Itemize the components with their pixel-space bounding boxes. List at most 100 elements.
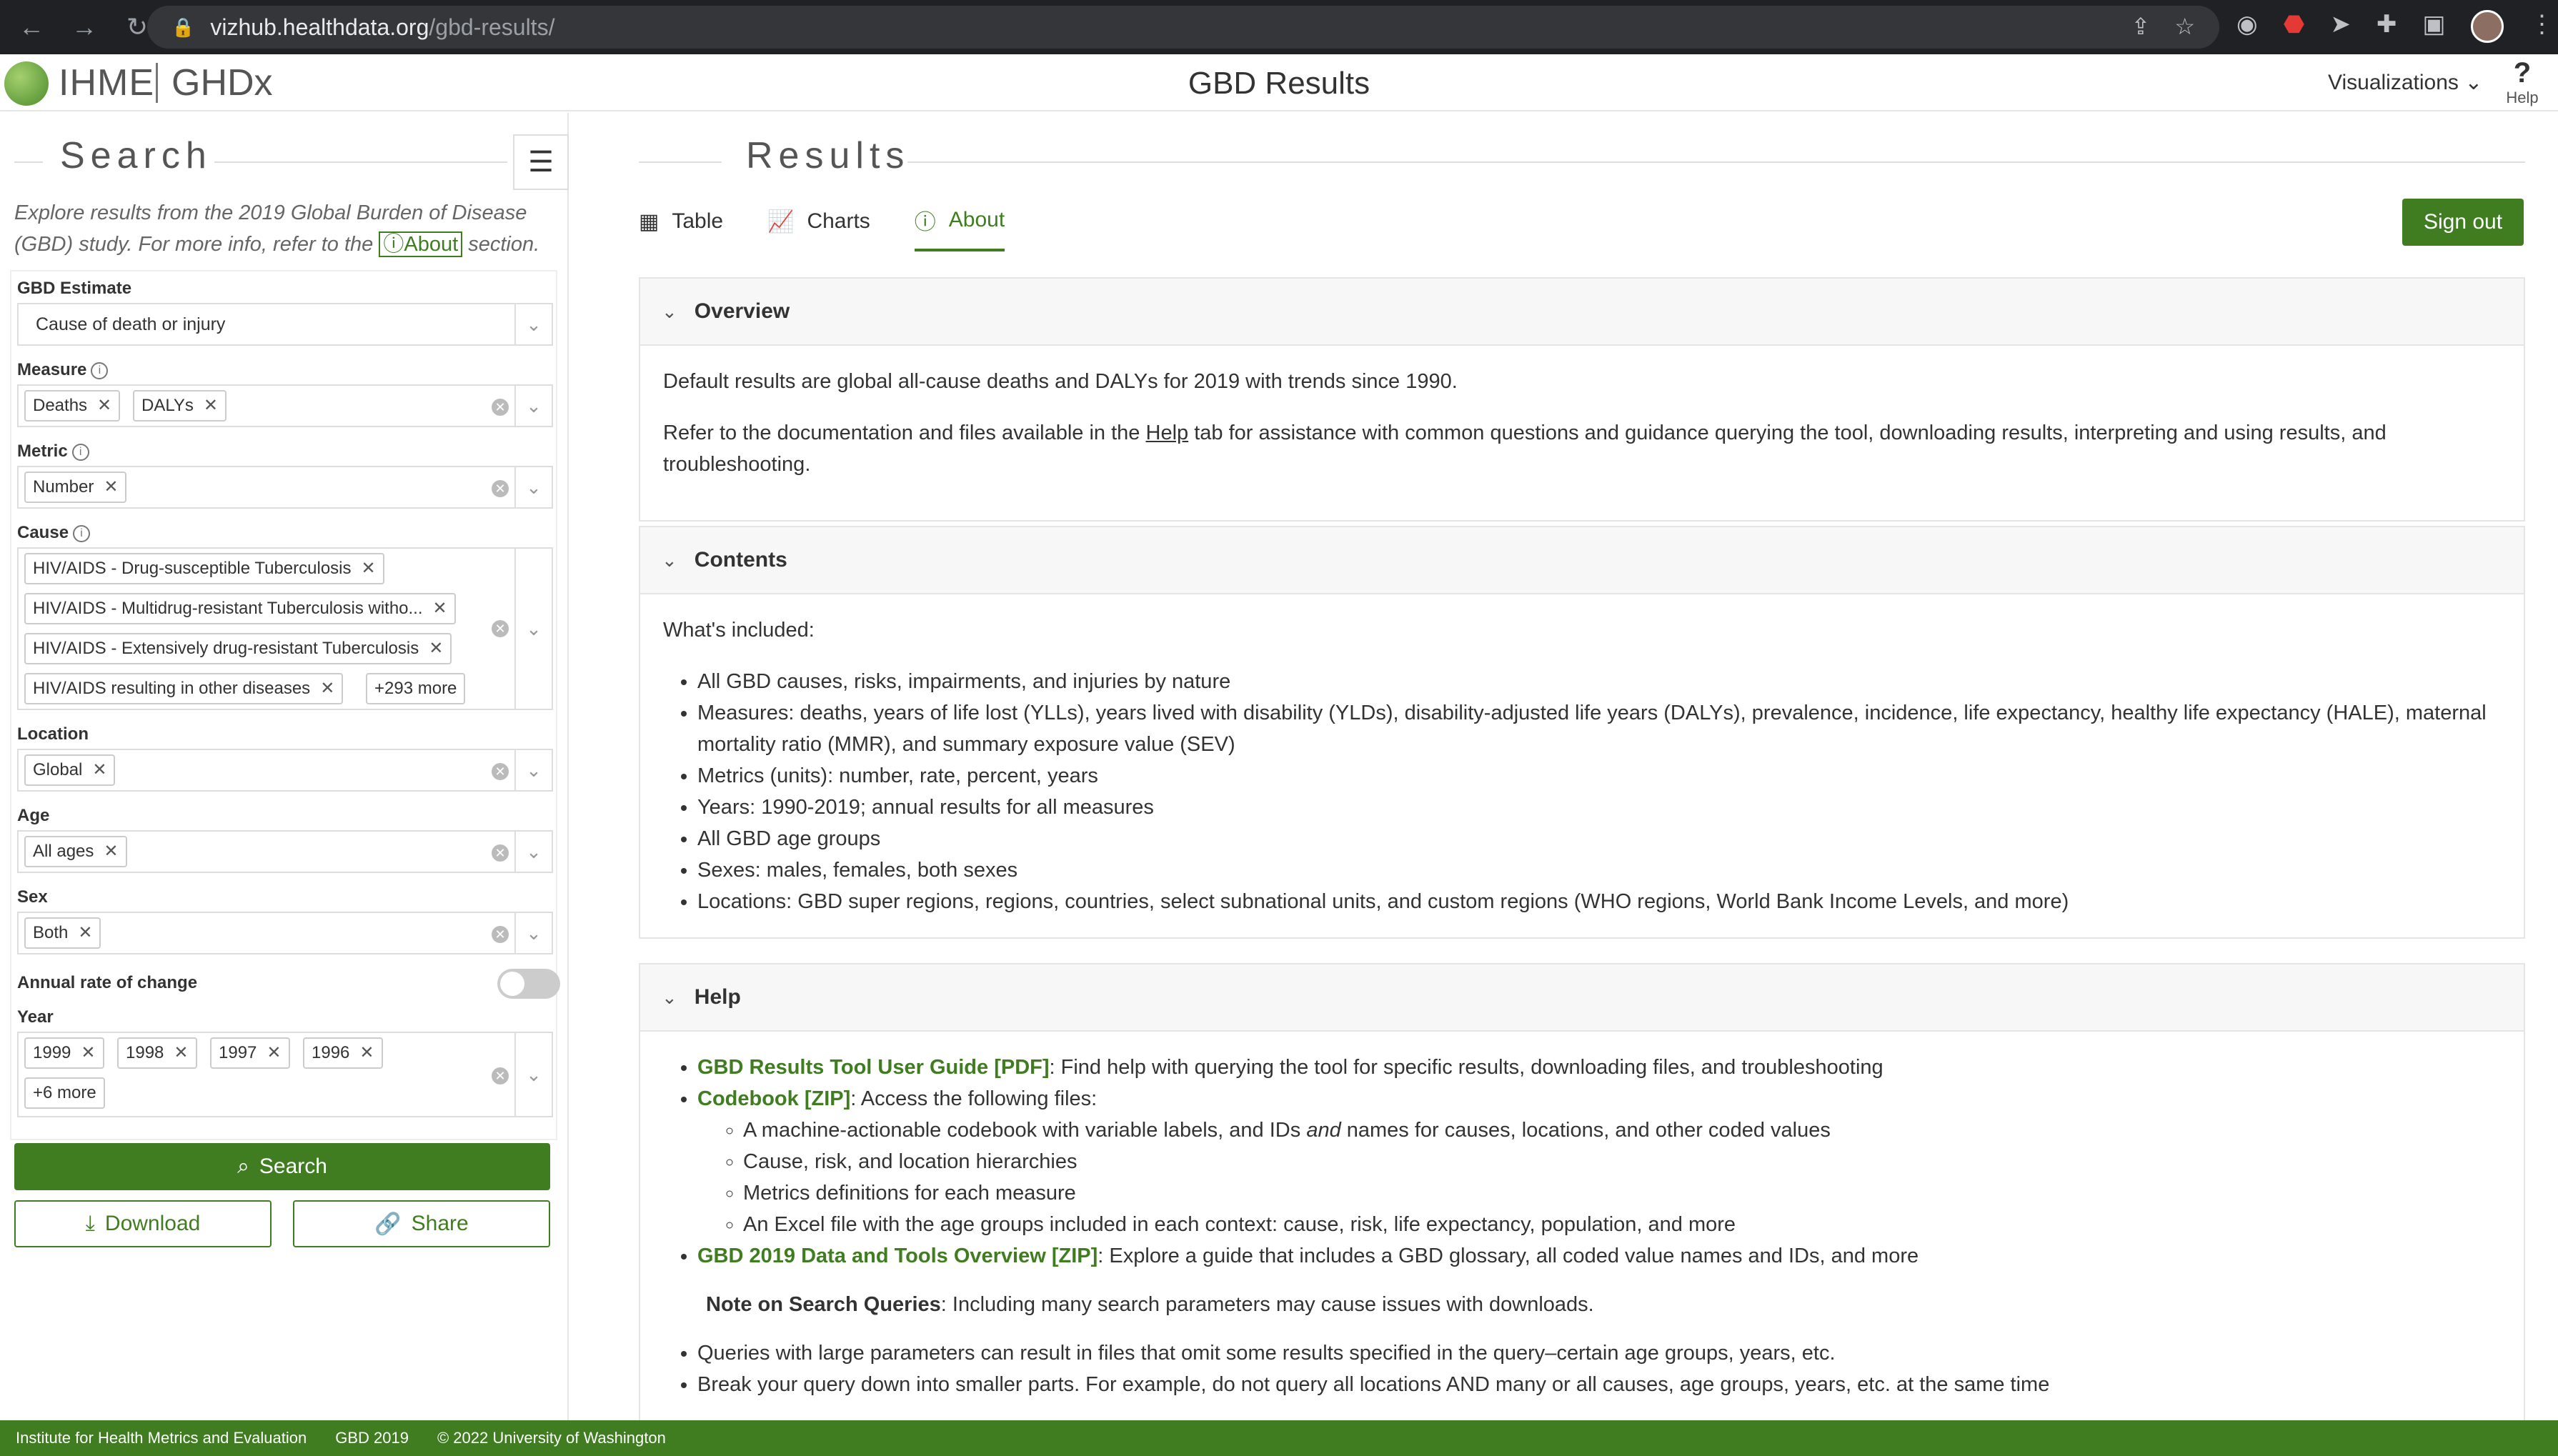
measure-label: Measure i xyxy=(17,360,109,380)
annual-rate-toggle[interactable] xyxy=(497,969,560,999)
cause-select[interactable]: HIV/AIDS - Drug-susceptible Tuberculosis… xyxy=(17,547,553,710)
note-list: Queries with large parameters can result… xyxy=(697,1337,2501,1400)
logo-ghdx[interactable]: GHDx xyxy=(171,61,273,104)
remove-chip-icon[interactable]: ✕ xyxy=(174,1043,188,1062)
chevron-down-icon[interactable]: ⌄ xyxy=(514,913,552,953)
sign-out-button[interactable]: Sign out xyxy=(2402,199,2524,246)
remove-chip-icon[interactable]: ✕ xyxy=(429,639,443,658)
hamburger-menu-icon[interactable]: ☰ xyxy=(513,134,569,190)
sex-select[interactable]: Both ✕ ✕ ⌄ xyxy=(17,912,553,954)
measure-select[interactable]: Deaths ✕ DALYs ✕ ✕ ⌄ xyxy=(17,384,553,427)
share-page-icon[interactable]: ⇪ xyxy=(2131,13,2151,40)
browser-menu-icon[interactable]: ⋮ xyxy=(2529,10,2554,43)
adblock-extension-icon[interactable]: ⬣ xyxy=(2284,10,2305,43)
chip-sex-both: Both ✕ xyxy=(24,917,101,949)
tab-table[interactable]: ▦ Table xyxy=(639,204,723,251)
contents-header[interactable]: ⌄ Contents xyxy=(640,527,2524,594)
text: : Including many search parameters may c… xyxy=(940,1293,1594,1316)
tab-charts[interactable]: 📈 Charts xyxy=(767,204,870,251)
footer-copyright: © 2022 University of Washington xyxy=(437,1429,666,1447)
extension-icon[interactable]: ◉ xyxy=(2236,10,2258,43)
tab-about[interactable]: ⓘ About xyxy=(914,204,1005,251)
remove-chip-icon[interactable]: ✕ xyxy=(104,477,118,497)
text: Refer to the documentation and files ava… xyxy=(663,422,1140,444)
chip-label: 1997 xyxy=(219,1043,257,1062)
clear-icon[interactable]: ✕ xyxy=(492,926,509,943)
clear-icon[interactable]: ✕ xyxy=(492,480,509,497)
age-select[interactable]: All ages ✕ ✕ ⌄ xyxy=(17,830,553,873)
user-guide-link[interactable]: GBD Results Tool User Guide [PDF] xyxy=(697,1056,1050,1079)
gbd-estimate-select[interactable]: Cause of death or injury ⌄ xyxy=(17,303,553,346)
info-icon[interactable]: i xyxy=(91,362,109,379)
chevron-down-icon[interactable]: ⌄ xyxy=(514,1033,552,1116)
location-select[interactable]: Global ✕ ✕ ⌄ xyxy=(17,749,553,792)
remove-chip-icon[interactable]: ✕ xyxy=(362,559,376,578)
remove-chip-icon[interactable]: ✕ xyxy=(104,842,118,861)
share-button[interactable]: 🔗 Share xyxy=(293,1200,550,1247)
chip-cause: HIV/AIDS - Drug-susceptible Tuberculosis… xyxy=(24,553,384,584)
remove-chip-icon[interactable]: ✕ xyxy=(433,599,447,618)
footer-org[interactable]: Institute for Health Metrics and Evaluat… xyxy=(16,1429,307,1447)
download-button[interactable]: ⤓ Download xyxy=(14,1200,272,1247)
year-select[interactable]: 1999 ✕ 1998 ✕ 1997 ✕ 1996 ✕ +6 more ✕ ⌄ xyxy=(17,1032,553,1117)
back-icon[interactable]: ← xyxy=(16,12,47,42)
remove-chip-icon[interactable]: ✕ xyxy=(359,1043,374,1062)
chevron-down-icon[interactable]: ⌄ xyxy=(514,386,552,426)
forward-icon[interactable]: → xyxy=(69,12,100,42)
gbd-estimate-label: GBD Estimate xyxy=(17,279,132,298)
clear-icon[interactable]: ✕ xyxy=(492,763,509,780)
remove-chip-icon[interactable]: ✕ xyxy=(78,923,92,942)
url-text: vizhub.healthdata.org/gbd-results/ xyxy=(210,14,555,40)
chevron-down-icon[interactable]: ⌄ xyxy=(514,549,552,709)
help-list: GBD Results Tool User Guide [PDF]: Find … xyxy=(697,1052,2501,1272)
text: : Find help with querying the tool for s… xyxy=(1049,1056,1883,1079)
puzzle-extensions-icon[interactable]: ✚ xyxy=(2377,10,2397,43)
overview-header[interactable]: ⌄ Overview xyxy=(640,279,2524,346)
chevron-down-icon[interactable]: ⌄ xyxy=(514,304,552,344)
cursor-extension-icon[interactable]: ➤ xyxy=(2330,10,2351,43)
info-icon[interactable]: i xyxy=(73,525,91,542)
note-label: Note on Search Queries xyxy=(706,1293,941,1316)
address-bar[interactable]: 🔒 vizhub.healthdata.org/gbd-results/ ⇪ ☆ xyxy=(147,6,2219,49)
question-circle-icon: ⓘ xyxy=(914,211,936,234)
help-link[interactable]: Help xyxy=(1146,422,1189,444)
search-button[interactable]: ⌕ Search xyxy=(14,1143,550,1190)
clear-icon[interactable]: ✕ xyxy=(492,844,509,862)
search-title: Search xyxy=(60,135,212,176)
clear-icon[interactable]: ✕ xyxy=(492,620,509,637)
profile-avatar[interactable] xyxy=(2471,10,2504,43)
search-queries-note: Note on Search Queries: Including many s… xyxy=(706,1289,2501,1320)
visualizations-menu[interactable]: Visualizations ⌄ xyxy=(2328,70,2482,95)
footer: Institute for Health Metrics and Evaluat… xyxy=(0,1420,2558,1456)
data-tools-overview-link[interactable]: GBD 2019 Data and Tools Overview [ZIP] xyxy=(697,1245,1098,1267)
help-heading: Help xyxy=(694,985,741,1009)
more-years-chip[interactable]: +6 more xyxy=(24,1077,105,1109)
help-header[interactable]: ⌄ Help xyxy=(640,964,2524,1032)
remove-chip-icon[interactable]: ✕ xyxy=(204,396,218,415)
chevron-down-icon[interactable]: ⌄ xyxy=(514,467,552,507)
remove-chip-icon[interactable]: ✕ xyxy=(92,760,106,779)
remove-chip-icon[interactable]: ✕ xyxy=(267,1043,281,1062)
more-causes-chip[interactable]: +293 more xyxy=(366,673,466,704)
clear-icon[interactable]: ✕ xyxy=(492,1067,509,1084)
logo-ihme[interactable]: IHME xyxy=(59,61,154,104)
clear-icon[interactable]: ✕ xyxy=(492,399,509,416)
metric-select[interactable]: Number ✕ ✕ ⌄ xyxy=(17,466,553,509)
footer-gbd[interactable]: GBD 2019 xyxy=(335,1429,409,1447)
browser-nav: ← → ↻ xyxy=(0,12,153,42)
contents-panel: ⌄ Contents What's included: All GBD caus… xyxy=(639,526,2525,939)
text: names for causes, locations, and other c… xyxy=(1346,1119,1831,1142)
remove-chip-icon[interactable]: ✕ xyxy=(81,1043,95,1062)
bookmark-star-icon[interactable]: ☆ xyxy=(2174,13,2195,40)
chevron-down-icon[interactable]: ⌄ xyxy=(514,832,552,872)
chip-location-global: Global ✕ xyxy=(24,754,116,786)
chevron-down-icon[interactable]: ⌄ xyxy=(514,750,552,790)
codebook-link[interactable]: Codebook [ZIP] xyxy=(697,1087,850,1110)
line-chart-icon: 📈 xyxy=(767,209,795,234)
remove-chip-icon[interactable]: ✕ xyxy=(320,679,334,698)
about-link[interactable]: ⓘAbout xyxy=(379,231,463,257)
info-icon[interactable]: i xyxy=(71,444,89,461)
remove-chip-icon[interactable]: ✕ xyxy=(97,396,111,415)
side-panel-icon[interactable]: ▣ xyxy=(2422,10,2445,43)
help-button[interactable]: ? Help xyxy=(2501,57,2544,107)
